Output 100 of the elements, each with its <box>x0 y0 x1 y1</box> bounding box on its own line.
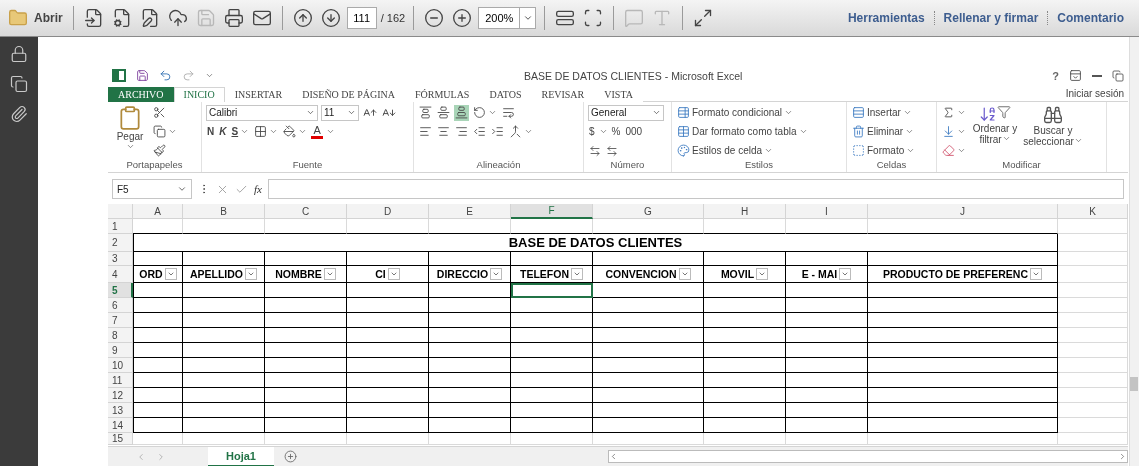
column-header[interactable]: K <box>1058 204 1128 219</box>
group-label: Modificar <box>1001 159 1042 173</box>
horizontal-scrollbar[interactable] <box>608 450 1128 463</box>
insert-rows-icon <box>852 106 865 120</box>
orientation-button[interactable] <box>472 104 498 121</box>
italic-button[interactable]: K <box>218 123 228 140</box>
ribbon-tab[interactable]: DISEÑO DE PÁGINA <box>292 86 405 102</box>
ribbon-tab[interactable]: INICIO <box>173 86 225 102</box>
row-header[interactable]: 13 <box>108 403 133 418</box>
cells-menu-button[interactable]: Insertar <box>851 104 932 121</box>
filter-dropdown-button[interactable] <box>164 268 177 280</box>
underline-button[interactable]: S <box>230 123 251 140</box>
row-header[interactable]: 7 <box>108 313 133 328</box>
cells-menu-button[interactable]: Eliminar <box>851 123 932 140</box>
row-header[interactable]: 10 <box>108 358 133 373</box>
row-header[interactable]: 15 <box>108 433 133 445</box>
ribbon-tab[interactable]: FÓRMULAS <box>404 86 480 102</box>
thousands-button[interactable]: 000 <box>624 123 644 140</box>
number-format-select[interactable]: General <box>588 104 664 121</box>
filter-dropdown-button[interactable] <box>1030 268 1043 280</box>
sort-filter-button[interactable]: Ordenar y filtrar <box>971 104 1019 160</box>
vertical-align-button[interactable] <box>418 104 433 121</box>
toolbar-link[interactable]: Herramientas <box>838 11 934 25</box>
sign-in-link[interactable]: Iniciar sesión <box>1065 88 1128 100</box>
vertical-align-button[interactable] <box>436 104 451 121</box>
page-number-field[interactable]: 111 <box>346 7 377 29</box>
speech-bubble-icon <box>624 8 645 28</box>
row-header[interactable]: 1 <box>108 219 133 234</box>
name-box[interactable]: F5 <box>112 179 192 200</box>
styles-menu-button[interactable]: Formato condicional <box>676 104 842 121</box>
minimize-icon[interactable] <box>1092 74 1102 77</box>
file-tab[interactable]: ARCHIVO <box>108 86 174 102</box>
spreadsheet-logo-icon <box>112 69 126 83</box>
filter-dropdown-button[interactable] <box>245 268 258 280</box>
row-header[interactable]: 11 <box>108 373 133 388</box>
column-header[interactable]: E <box>429 204 511 219</box>
row-header[interactable]: 3 <box>108 252 133 266</box>
styles-menu-button[interactable]: Estilos de celda <box>676 142 842 159</box>
row-header[interactable]: 5 <box>108 283 133 298</box>
toolbar-link[interactable]: Rellenar y firmar <box>933 11 1048 25</box>
column-header[interactable]: F <box>511 204 593 219</box>
formula-input[interactable] <box>267 179 1124 200</box>
fill-button[interactable] <box>941 123 967 140</box>
save-icon <box>195 8 216 28</box>
clear-button[interactable] <box>941 142 967 159</box>
group-label: Celdas <box>875 159 908 173</box>
column-header[interactable]: A <box>133 204 183 219</box>
selected-cell[interactable] <box>511 283 593 298</box>
toolbar-link[interactable]: Comentario <box>1047 11 1133 25</box>
row-header[interactable]: 4 <box>108 266 133 283</box>
filter-dropdown-button[interactable] <box>323 268 336 280</box>
filter-dropdown-button[interactable] <box>387 268 400 280</box>
column-header[interactable]: B <box>183 204 265 219</box>
column-header[interactable]: D <box>347 204 429 219</box>
merge-button[interactable] <box>508 123 534 140</box>
security-button[interactable] <box>10 45 28 63</box>
bold-button[interactable]: N <box>206 123 216 140</box>
vertical-align-button[interactable] <box>454 104 469 121</box>
styles-menu-button[interactable]: Dar formato como tabla <box>676 123 842 140</box>
group-label: Alineación <box>475 159 522 173</box>
filter-dropdown-button[interactable] <box>678 268 691 280</box>
filter-dropdown-button[interactable] <box>839 268 852 280</box>
filter-dropdown-button[interactable] <box>490 268 503 280</box>
row-header[interactable]: 9 <box>108 343 133 358</box>
row-header[interactable]: 14 <box>108 418 133 433</box>
open-button[interactable]: Abrir <box>6 6 65 30</box>
filter-dropdown-button[interactable] <box>756 268 769 280</box>
expand-arrows-icon <box>693 8 714 28</box>
save-icon <box>136 69 149 83</box>
column-header[interactable]: C <box>265 204 347 219</box>
row-header[interactable]: 12 <box>108 388 133 403</box>
column-header[interactable]: J <box>868 204 1058 219</box>
font-name-select[interactable]: Calibri <box>206 104 318 121</box>
document-gear-icon <box>111 8 132 28</box>
row-header[interactable]: 6 <box>108 298 133 313</box>
paste-button[interactable]: Pegar <box>112 104 148 160</box>
font-size-select[interactable]: 11 <box>321 104 359 121</box>
help-button[interactable]: ? <box>1052 69 1059 82</box>
cell-styles-icon <box>677 144 690 158</box>
font-color-button[interactable]: A <box>311 124 324 139</box>
sheet-tab[interactable]: Hoja1 <box>208 446 274 466</box>
envelope-icon <box>251 8 272 28</box>
column-header[interactable]: I <box>786 204 868 219</box>
vertical-scrollbar[interactable] <box>1129 37 1139 466</box>
cells-menu-button[interactable]: Formato <box>851 142 932 159</box>
copy-button[interactable] <box>152 123 178 140</box>
filter-dropdown-button[interactable] <box>571 268 583 280</box>
paintbrush-icon <box>153 144 166 158</box>
zoom-select[interactable]: 200% <box>478 7 537 29</box>
pages-button[interactable] <box>10 75 28 93</box>
column-header[interactable]: G <box>593 204 704 219</box>
currency-button[interactable]: $ <box>588 123 596 140</box>
row-header[interactable]: 8 <box>108 328 133 343</box>
table-cell <box>1058 418 1128 433</box>
percent-button[interactable]: % <box>610 123 622 140</box>
row-header[interactable]: 2 <box>108 234 133 252</box>
column-header[interactable]: H <box>704 204 786 219</box>
attachments-button[interactable] <box>10 105 28 123</box>
find-select-button[interactable]: Buscar y seleccionar <box>1023 104 1083 160</box>
insert-function-button[interactable]: fx <box>254 183 262 196</box>
